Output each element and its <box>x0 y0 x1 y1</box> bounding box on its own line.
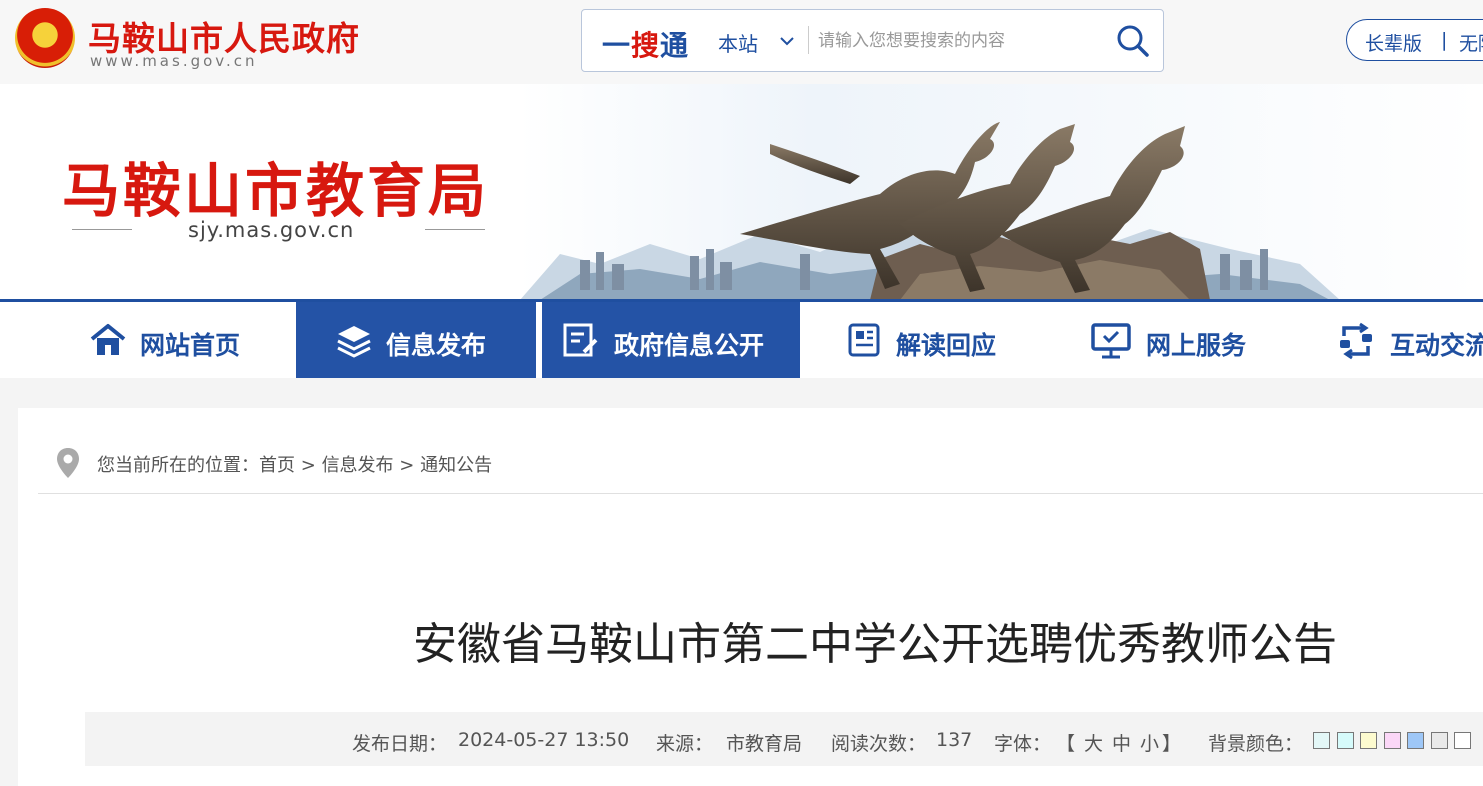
breadcrumb-link-notice[interactable]: 通知公告 <box>420 455 492 476</box>
source-label: 来源： <box>656 733 714 755</box>
source-value: 市教育局 <box>726 733 803 755</box>
exchange-icon <box>1336 322 1376 364</box>
font-small-button[interactable]: 小 <box>1140 729 1159 756</box>
breadcrumb-separator: > <box>399 455 415 476</box>
breadcrumb-divider <box>38 493 1483 494</box>
national-emblem-logo <box>15 8 75 68</box>
chevron-down-icon[interactable] <box>780 34 794 50</box>
nav-label-home: 网站首页 <box>140 331 241 360</box>
nav-label-info-release: 信息发布 <box>386 331 487 360</box>
nav-item-gov-info[interactable]: 政府信息公开 <box>542 302 800 378</box>
font-large-button[interactable]: 大 <box>1084 729 1103 756</box>
search-logo-part3: 通 <box>660 29 690 62</box>
view-count-label: 阅读次数： <box>831 733 927 755</box>
nav-item-home[interactable]: 网站首页 <box>70 302 290 378</box>
article-title: 安徽省马鞍山市第二中学公开选聘优秀教师公告 <box>413 619 1337 670</box>
breadcrumb-prefix: 您当前所在的位置： <box>97 455 259 476</box>
search-button[interactable] <box>1116 24 1152 58</box>
bureau-title: 马鞍山市教育局 <box>62 157 490 225</box>
elder-version-link[interactable]: 长辈版 <box>1365 29 1422 56</box>
bureau-url: sjy.mas.gov.cn <box>188 218 355 242</box>
accessibility-toggle: 长辈版 | 无障碍 <box>1346 19 1483 61</box>
document-icon <box>562 322 600 362</box>
home-icon <box>88 322 128 362</box>
view-count: 137 <box>936 729 973 751</box>
background-swatch[interactable] <box>1430 732 1448 749</box>
nav-item-online-service[interactable]: 网上服务 <box>1080 302 1300 378</box>
background-swatch[interactable] <box>1407 732 1424 749</box>
font-bracket-open: 【 <box>1056 733 1076 755</box>
breadcrumb-link-info-release[interactable]: 信息发布 <box>322 455 394 476</box>
top-bar: 马鞍山市人民政府 www.mas.gov.cn 一搜通 本站 长辈版 | 无障碍 <box>0 0 1483 84</box>
search-logo-part2: 搜 <box>631 29 661 62</box>
background-swatch[interactable] <box>1336 732 1354 749</box>
search-scope-select[interactable]: 本站 <box>718 28 758 57</box>
background-swatch[interactable] <box>1454 732 1471 749</box>
background-swatch[interactable] <box>1383 732 1401 749</box>
decor-line-left <box>72 229 132 230</box>
breadcrumb-separator: > <box>300 455 316 476</box>
banner: 马鞍山市教育局 sjy.mas.gov.cn <box>0 84 1483 300</box>
breadcrumb: 您当前所在的位置：首页 > 信息发布 > 通知公告 <box>97 451 492 477</box>
publish-date-label: 发布日期： <box>352 733 448 755</box>
site-url: www.mas.gov.cn <box>90 52 258 70</box>
font-bracket-close: 】 <box>1162 733 1182 755</box>
search-logo: 一搜通 <box>602 24 689 64</box>
publish-date: 2024-05-27 13:50 <box>458 729 630 751</box>
accessible-link[interactable]: 无障碍 <box>1459 29 1483 56</box>
search-icon[interactable] <box>1116 24 1150 58</box>
nav-label-gov-info: 政府信息公开 <box>614 331 765 360</box>
background-swatch[interactable] <box>1360 732 1377 749</box>
font-size-label: 字体： <box>994 733 1052 755</box>
background-swatch[interactable] <box>1313 732 1330 749</box>
search-input[interactable] <box>818 26 1108 56</box>
newspaper-icon <box>846 322 882 362</box>
nav-label-interpretation: 解读回应 <box>896 331 997 360</box>
layers-icon <box>336 322 372 362</box>
search-divider <box>808 26 809 54</box>
monitor-icon <box>1090 322 1132 364</box>
breadcrumb-link-home[interactable]: 首页 <box>259 455 295 476</box>
decor-line-right <box>425 229 485 230</box>
toggle-separator: | <box>1441 29 1448 51</box>
nav-item-interaction[interactable]: 互动交流 <box>1330 302 1483 378</box>
background-color-label: 背景颜色： <box>1208 733 1304 755</box>
location-pin-icon <box>56 447 80 483</box>
main-nav: 网站首页 信息发布 政府信息公开 解读回应 网上服务 互动交流 <box>0 302 1483 378</box>
font-medium-button[interactable]: 中 <box>1112 729 1131 756</box>
nav-label-online-service: 网上服务 <box>1146 331 1247 360</box>
nav-item-info-release[interactable]: 信息发布 <box>296 302 536 378</box>
search-logo-part1: 一 <box>602 29 632 62</box>
search-box: 一搜通 本站 <box>581 9 1164 72</box>
nav-label-interaction: 互动交流 <box>1390 331 1483 360</box>
nav-item-interpretation[interactable]: 解读回应 <box>830 302 1050 378</box>
